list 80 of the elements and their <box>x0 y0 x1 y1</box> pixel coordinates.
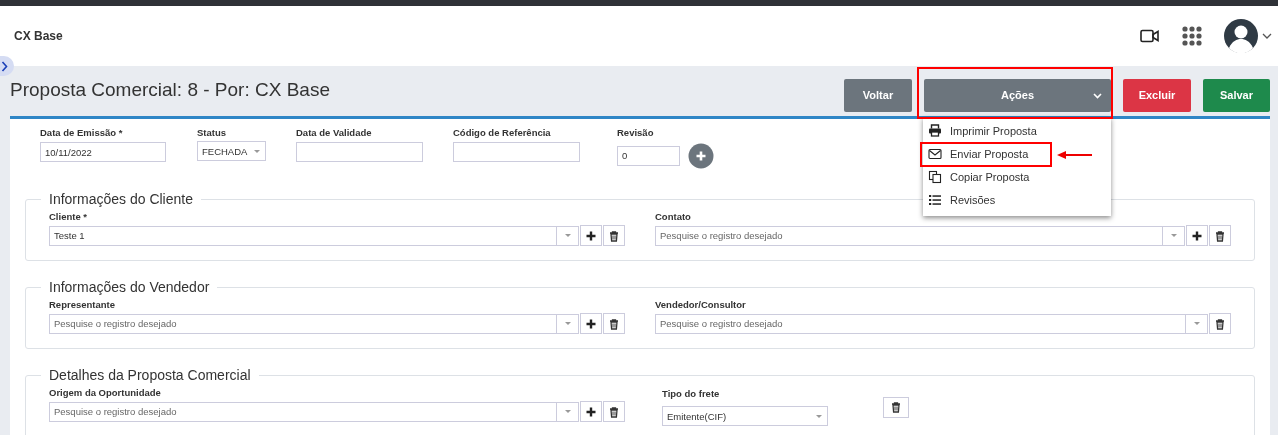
field-label: Código de Referência <box>453 126 552 140</box>
lookup-field[interactable]: Pesquise o registro desejado <box>655 313 1186 334</box>
copy-icon <box>928 170 942 184</box>
caret-icon <box>253 148 261 154</box>
delete-button[interactable] <box>883 396 909 418</box>
avatar-icon <box>1224 19 1258 53</box>
input-field[interactable] <box>453 142 580 162</box>
add-button[interactable] <box>1186 225 1208 246</box>
add-button[interactable] <box>580 313 602 334</box>
caret-icon <box>1262 33 1272 39</box>
caret-icon <box>1169 233 1178 238</box>
envelope-icon <box>928 147 942 161</box>
field-label: Contato <box>655 210 692 224</box>
trash-icon <box>608 229 620 242</box>
dropdown-toggle[interactable] <box>1186 313 1208 334</box>
app-brand: CX Base <box>14 29 63 43</box>
plus-icon <box>585 405 597 418</box>
menu-item[interactable]: Enviar Proposta <box>923 142 1111 166</box>
toolbar-button[interactable]: Voltar <box>844 78 912 112</box>
trash-icon <box>608 405 620 418</box>
chevron-down-icon <box>1093 92 1102 99</box>
select-field[interactable]: Emitente(CIF) <box>662 406 828 426</box>
field-label: Origem da Oportunidade <box>49 386 162 400</box>
lookup-field[interactable]: Pesquise o registro desejado <box>49 313 557 334</box>
add-icon[interactable] <box>688 143 714 169</box>
field-label: Revisão <box>617 126 655 140</box>
trash-icon <box>890 401 902 413</box>
field-label: Representante <box>49 298 116 312</box>
chevron-right-icon <box>1 60 8 72</box>
caret-icon <box>1192 321 1201 326</box>
delete-button[interactable] <box>1209 225 1231 246</box>
menu-item[interactable]: Imprimir Proposta <box>923 119 1111 143</box>
printer-icon <box>928 124 942 138</box>
apps-grid-icon[interactable] <box>1182 26 1202 46</box>
dropdown-toggle[interactable] <box>1163 225 1185 246</box>
status-select[interactable]: FECHADA <box>197 141 266 161</box>
field-label: Tipo do frete <box>662 387 721 401</box>
actions-dropdown-button[interactable]: Ações <box>924 78 1111 112</box>
menu-item[interactable]: Revisões <box>923 188 1111 212</box>
lookup-field[interactable]: Teste 1 <box>49 225 557 246</box>
section-title: Detalhes da Proposta Comercial <box>48 367 252 383</box>
input-field[interactable]: 0 <box>617 145 680 166</box>
section-title: Informações do Vendedor <box>48 279 211 295</box>
page-title: Proposta Comercial: 8 - Por: CX Base <box>10 79 330 101</box>
field-label: Cliente * <box>49 210 88 224</box>
field-label: Vendedor/Consultor <box>655 298 747 312</box>
list-icon <box>928 193 942 207</box>
delete-button[interactable] <box>603 225 625 246</box>
delete-button[interactable] <box>1209 313 1231 334</box>
caret-icon <box>815 413 823 419</box>
plus-icon <box>585 229 597 242</box>
toolbar-button[interactable]: Salvar <box>1203 78 1270 112</box>
trash-icon <box>608 317 620 330</box>
input-field[interactable] <box>296 142 423 162</box>
pointer-arrow <box>1057 149 1093 160</box>
plus-icon <box>585 317 597 330</box>
add-button[interactable] <box>580 225 602 246</box>
video-camera-icon[interactable] <box>1140 29 1160 43</box>
menu-item[interactable]: Copiar Proposta <box>923 165 1111 189</box>
delete-button[interactable] <box>603 313 625 334</box>
lookup-field[interactable]: Pesquise o registro desejado <box>655 225 1163 246</box>
dropdown-toggle[interactable] <box>557 313 579 334</box>
caret-icon <box>563 321 572 326</box>
field-label: Status <box>197 126 228 140</box>
field-label: Data de Emissão * <box>40 126 124 140</box>
delete-button[interactable] <box>603 401 625 422</box>
toolbar-button[interactable]: Excluir <box>1123 78 1191 112</box>
caret-icon <box>563 409 572 414</box>
field-label: Data de Validade <box>296 126 373 140</box>
user-menu[interactable] <box>1224 19 1272 53</box>
trash-icon <box>1214 229 1226 242</box>
caret-icon <box>563 233 572 238</box>
add-button[interactable] <box>580 401 602 422</box>
section-title: Informações do Cliente <box>48 191 194 207</box>
plus-icon <box>1191 229 1203 242</box>
lookup-field[interactable]: Pesquise o registro desejado <box>49 401 557 422</box>
dropdown-toggle[interactable] <box>557 401 579 422</box>
dropdown-toggle[interactable] <box>557 225 579 246</box>
trash-icon <box>1214 317 1226 330</box>
input-field[interactable]: 10/11/2022 <box>40 142 166 162</box>
